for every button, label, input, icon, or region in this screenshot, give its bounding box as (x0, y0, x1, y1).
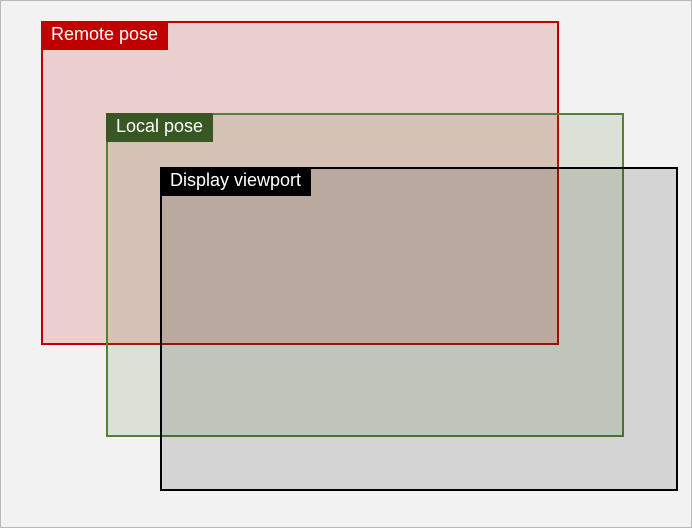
local-pose-label: Local pose (106, 113, 213, 142)
display-viewport-label: Display viewport (160, 167, 311, 196)
remote-pose-label: Remote pose (41, 21, 168, 50)
diagram-canvas: Remote pose Local pose Display viewport (0, 0, 692, 528)
display-viewport-rect: Display viewport (160, 167, 678, 491)
